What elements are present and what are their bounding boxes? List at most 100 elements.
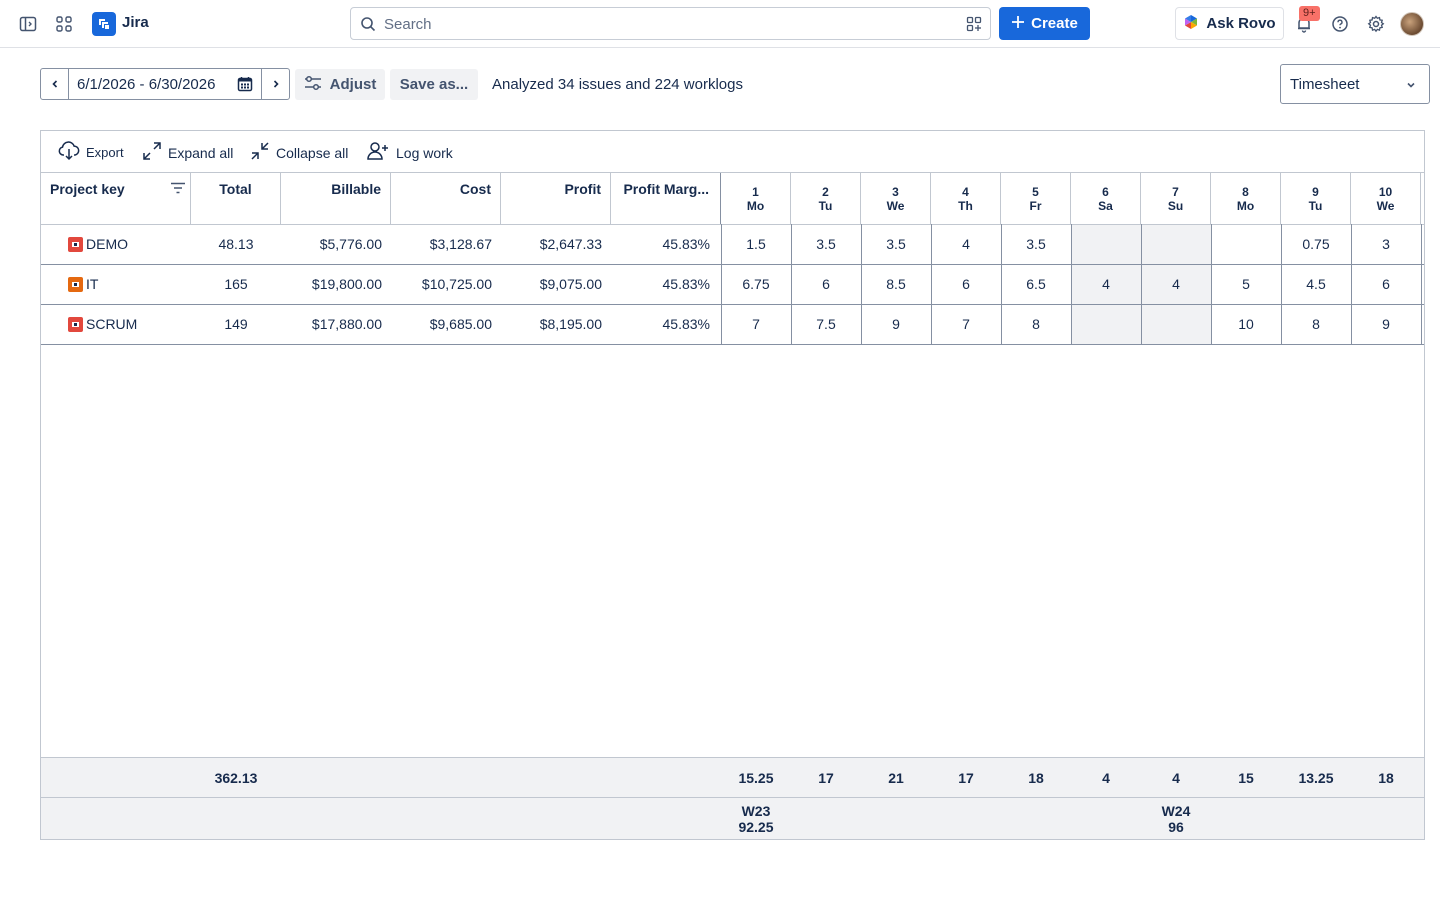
ask-rovo-label: Ask Rovo xyxy=(1206,15,1276,32)
sidebar-toggle-icon[interactable] xyxy=(16,12,40,36)
day-hours-cell[interactable]: 6 xyxy=(1351,264,1421,304)
day-of-week: Tu xyxy=(818,198,833,213)
jira-logo-icon[interactable] xyxy=(92,12,116,36)
date-range-field[interactable]: 6/1/2026 - 6/30/2026 xyxy=(69,69,261,99)
day-hours-cell[interactable]: 8 xyxy=(1001,304,1071,344)
column-header-day[interactable]: 1 Mo xyxy=(721,173,791,224)
save-as-button[interactable]: Save as... xyxy=(390,69,478,100)
day-number: 10 xyxy=(1378,184,1393,199)
adjust-button[interactable]: Adjust xyxy=(295,69,385,100)
day-hours-cell[interactable]: 10 xyxy=(1211,304,1281,344)
create-button[interactable]: Create xyxy=(999,7,1090,40)
column-header-day[interactable]: 2 Tu xyxy=(791,173,861,224)
search-input[interactable]: Search xyxy=(350,7,991,40)
day-hours-cell[interactable]: 6 xyxy=(931,264,1001,304)
user-avatar[interactable] xyxy=(1400,12,1424,36)
day-hours-cell[interactable]: 3.5 xyxy=(791,224,861,264)
log-work-button[interactable]: Log work xyxy=(366,141,453,164)
day-hours-cell[interactable]: 8 xyxy=(1281,304,1351,344)
day-hours-cell[interactable] xyxy=(1141,224,1211,264)
column-header-day[interactable]: 8 Mo xyxy=(1211,173,1281,224)
day-hours-cell[interactable]: 4.5 xyxy=(1281,264,1351,304)
sliders-icon xyxy=(304,75,322,95)
filter-lines-icon[interactable] xyxy=(171,181,185,197)
date-range-picker: 6/1/2026 - 6/30/2026 xyxy=(40,68,290,100)
day-hours-cell[interactable]: 3.5 xyxy=(1001,224,1071,264)
app-name[interactable]: Jira xyxy=(122,14,149,31)
day-number: 4 xyxy=(962,184,969,199)
day-hours-cell[interactable]: 9 xyxy=(861,304,931,344)
cloud-download-icon xyxy=(58,141,80,164)
day-hours-cell[interactable]: 9 xyxy=(1351,304,1421,344)
next-period-button[interactable] xyxy=(261,69,289,99)
column-header-total[interactable]: Total xyxy=(191,173,281,224)
day-hours-cell[interactable]: 4 xyxy=(931,224,1001,264)
day-hours-cell[interactable]: 8.5 xyxy=(861,264,931,304)
day-hours-cell[interactable]: 1.5 xyxy=(721,224,791,264)
day-hours-cell[interactable]: 5 xyxy=(1211,264,1281,304)
day-number: 6 xyxy=(1102,184,1109,199)
column-header-day[interactable]: 3 We xyxy=(861,173,931,224)
project-key-cell[interactable]: DEMO xyxy=(68,224,188,264)
day-hours-cell[interactable]: 6.75 xyxy=(721,264,791,304)
chevron-left-icon xyxy=(51,80,57,88)
log-work-label: Log work xyxy=(396,144,453,161)
day-hours-cell[interactable]: 3.5 xyxy=(861,224,931,264)
save-as-label: Save as... xyxy=(399,76,469,93)
day-hours-cell[interactable] xyxy=(1071,304,1141,344)
settings-gear-icon[interactable] xyxy=(1364,12,1388,36)
column-header-day[interactable]: 9 Tu xyxy=(1281,173,1351,224)
row-cost-cell: $10,725.00 xyxy=(421,276,492,292)
row-cost-cell: $3,128.67 xyxy=(429,236,492,252)
week-hours: 92.25 xyxy=(738,819,774,835)
project-key-cell[interactable]: IT xyxy=(68,264,188,304)
column-header-day[interactable]: 4 Th xyxy=(931,173,1001,224)
day-hours-cell[interactable]: 4 xyxy=(1141,264,1211,304)
day-total: 17 xyxy=(818,770,834,786)
day-hours-cell[interactable]: 7 xyxy=(721,304,791,344)
day-hours-cell[interactable]: 7.5 xyxy=(791,304,861,344)
collapse-icon xyxy=(250,141,270,164)
search-placeholder: Search xyxy=(384,16,432,33)
analysis-summary: Analyzed 34 issues and 224 worklogs xyxy=(492,76,743,93)
project-key-label: DEMO xyxy=(86,236,128,252)
column-header-day[interactable]: 6 Sa xyxy=(1071,173,1141,224)
ask-rovo-button[interactable]: Ask Rovo xyxy=(1175,7,1284,40)
column-header-day[interactable]: 10 We xyxy=(1351,173,1421,224)
column-header-profit-margin[interactable]: Profit Marg... xyxy=(611,173,721,224)
column-header-cost[interactable]: Cost xyxy=(391,173,501,224)
day-hours-cell[interactable]: 7 xyxy=(931,304,1001,344)
day-hours-cell[interactable]: 6.5 xyxy=(1001,264,1071,304)
expand-all-button[interactable]: Expand all xyxy=(142,141,233,164)
week-hours: 96 xyxy=(1168,819,1184,835)
row-cost-cell: $9,685.00 xyxy=(429,316,492,332)
column-header-day[interactable]: 5 Fr xyxy=(1001,173,1071,224)
column-header-profit[interactable]: Profit xyxy=(501,173,611,224)
view-select[interactable]: Timesheet xyxy=(1280,64,1430,104)
day-hours-cell[interactable]: 3 xyxy=(1351,224,1421,264)
day-hours-cell[interactable] xyxy=(1211,224,1281,264)
day-hours-cell[interactable]: 6 xyxy=(791,264,861,304)
help-icon[interactable] xyxy=(1328,12,1352,36)
day-number: 3 xyxy=(892,184,899,199)
search-filter-icon[interactable] xyxy=(966,16,982,35)
weekly-totals-row: W23 92.25 W24 96 xyxy=(41,797,1424,839)
day-hours-cell[interactable] xyxy=(1071,224,1141,264)
column-header-billable[interactable]: Billable xyxy=(281,173,391,224)
app-switcher-icon[interactable] xyxy=(52,12,76,36)
project-key-cell[interactable]: SCRUM xyxy=(68,304,188,344)
column-header-project-key[interactable]: Project key xyxy=(41,173,191,224)
export-button[interactable]: Export xyxy=(58,141,124,164)
calendar-icon[interactable] xyxy=(237,76,253,96)
table-toolbar: Export Expand all Collapse all Log work xyxy=(41,131,1424,173)
row-margin-cell: 45.83% xyxy=(662,276,710,292)
day-hours-cell[interactable] xyxy=(1141,304,1211,344)
export-label: Export xyxy=(86,145,124,160)
collapse-all-button[interactable]: Collapse all xyxy=(250,141,348,164)
column-header-day[interactable]: 7 Su xyxy=(1141,173,1211,224)
previous-period-button[interactable] xyxy=(41,69,69,99)
row-billable-cell: $17,880.00 xyxy=(311,316,382,332)
day-hours-cell[interactable]: 4 xyxy=(1071,264,1141,304)
row-profit-cell: $8,195.00 xyxy=(539,316,602,332)
day-hours-cell[interactable]: 0.75 xyxy=(1281,224,1351,264)
